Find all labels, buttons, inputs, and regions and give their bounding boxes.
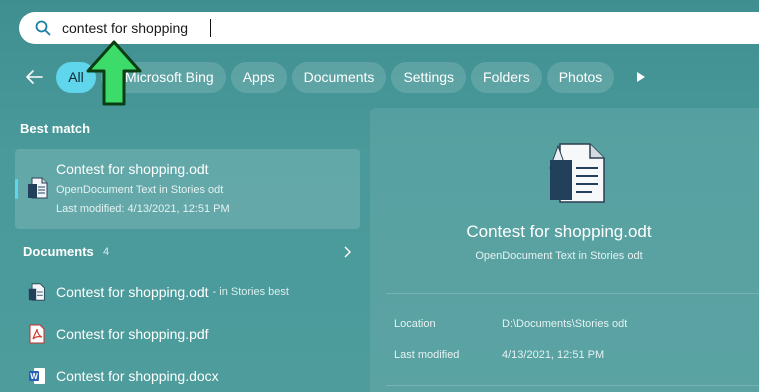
last-modified-value: 4/13/2021, 12:51 PM <box>502 349 605 361</box>
list-item[interactable]: W Contest for shopping.docx <box>28 363 219 389</box>
divider <box>386 293 759 294</box>
selection-indicator <box>15 179 18 199</box>
best-match-modified: Last modified: 4/13/2021, 12:51 PM <box>56 203 230 215</box>
documents-count: 4 <box>103 246 110 258</box>
list-item-location: - in Stories best <box>212 286 289 298</box>
location-label: Location <box>394 318 436 330</box>
filter-photos[interactable]: Photos <box>546 61 615 93</box>
preview-subtitle: OpenDocument Text in Stories odt <box>475 250 643 262</box>
best-match-name: Contest for shopping.odt <box>56 161 209 177</box>
svg-text:W: W <box>30 372 38 381</box>
list-item[interactable]: Contest for shopping.pdf <box>28 321 209 347</box>
list-item-name: Contest for shopping.pdf <box>56 326 209 342</box>
list-item-name: Contest for shopping.odt <box>56 284 209 300</box>
odt-file-icon <box>28 283 45 301</box>
best-match-heading: Best match <box>20 121 91 136</box>
odt-file-large-icon <box>549 143 605 203</box>
divider <box>386 385 759 386</box>
word-icon: W <box>29 368 45 384</box>
best-match-type: OpenDocument Text in Stories odt <box>56 184 224 196</box>
odt-file-icon <box>28 177 48 199</box>
filter-apps[interactable]: Apps <box>230 61 287 93</box>
text-caret <box>210 19 211 37</box>
search-icon <box>35 20 51 36</box>
filter-settings[interactable]: Settings <box>391 61 467 93</box>
pointer-arrow-icon <box>86 40 142 106</box>
search-input[interactable] <box>62 16 662 40</box>
list-item-name: Contest for shopping.docx <box>56 368 219 384</box>
location-value: D:\Documents\Stories odt <box>502 318 628 330</box>
filter-folders[interactable]: Folders <box>471 61 542 93</box>
last-modified-label: Last modified <box>394 349 460 361</box>
preview-title: Contest for shopping.odt <box>466 222 652 241</box>
pdf-icon <box>29 324 45 344</box>
back-button[interactable] <box>22 65 46 89</box>
more-filters-button[interactable] <box>631 67 651 87</box>
back-arrow-icon <box>26 70 43 84</box>
filter-documents[interactable]: Documents <box>291 61 387 93</box>
results-panel: Best match Contest for shopping.odt Open… <box>0 110 365 392</box>
play-icon <box>637 72 646 82</box>
preview-panel: Contest for shopping.odt OpenDocument Te… <box>370 108 759 392</box>
best-match-item[interactable]: Contest for shopping.odt OpenDocument Te… <box>15 149 360 229</box>
documents-heading[interactable]: Documents <box>23 244 94 259</box>
list-item[interactable]: Contest for shopping.odt - in Stories be… <box>28 279 289 305</box>
